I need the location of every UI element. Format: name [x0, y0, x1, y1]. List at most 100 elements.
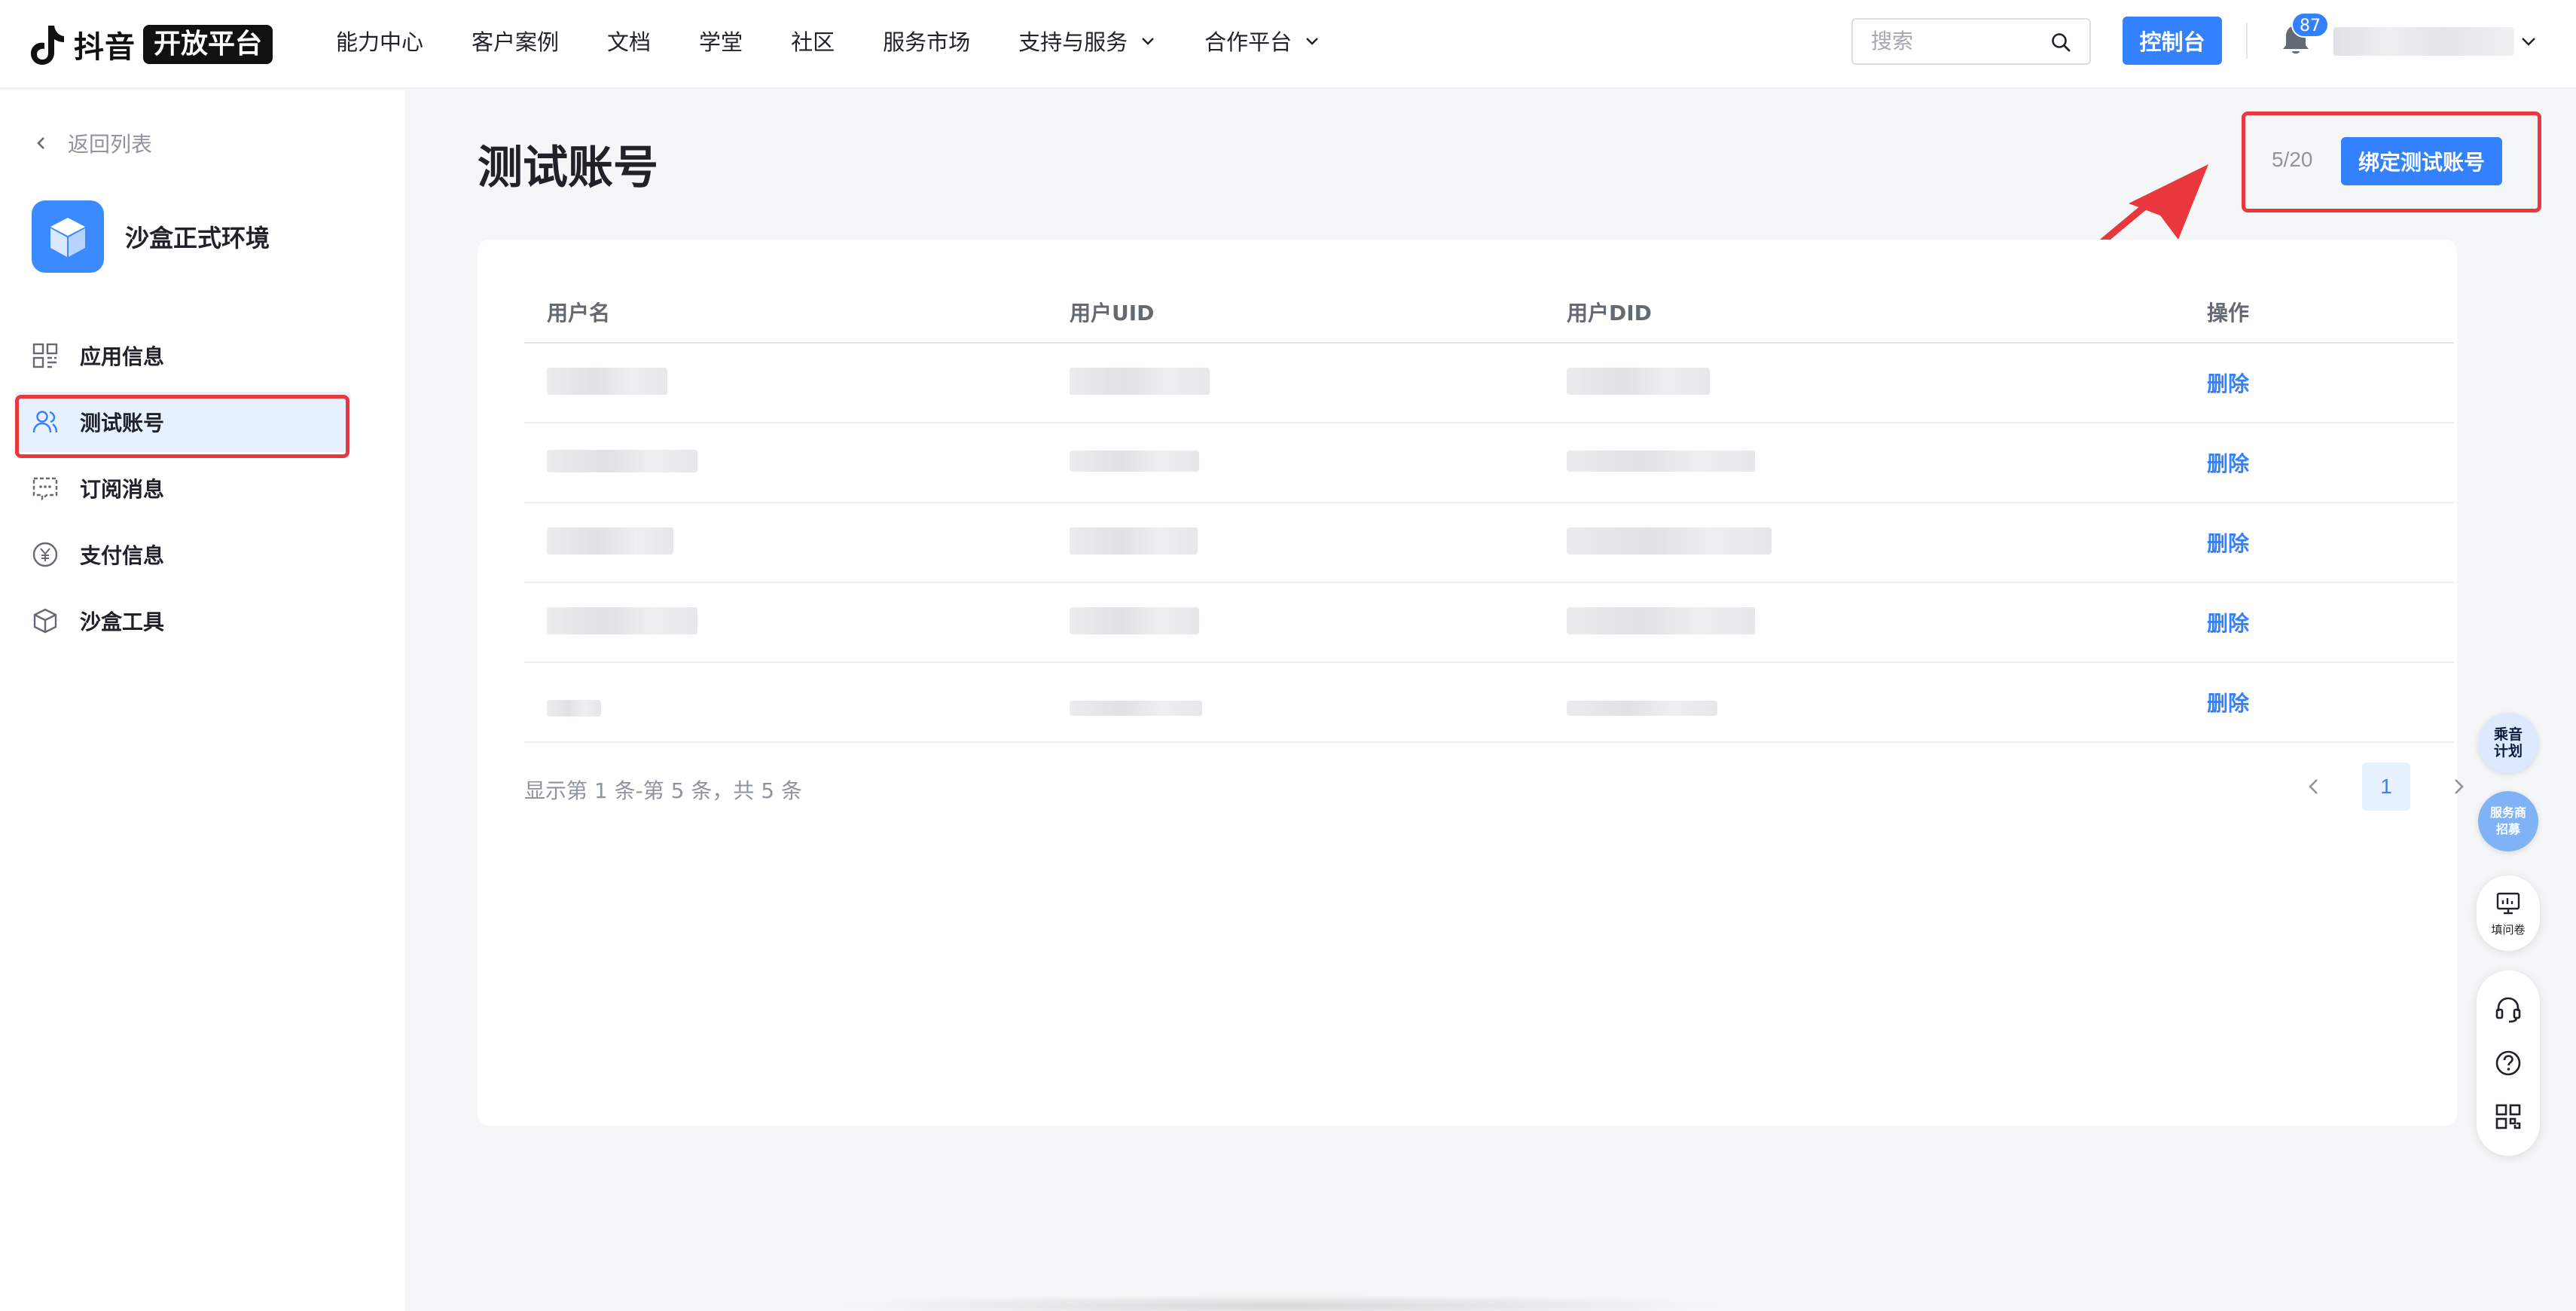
sidebar-menu: 应用信息 测试账号 订阅消息 支付信息 沙盒工具 [15, 325, 351, 657]
grid-icon [32, 343, 58, 368]
delete-link[interactable]: 删除 [2207, 611, 2249, 636]
prev-page-button[interactable] [2290, 762, 2338, 811]
chevron-down-icon[interactable] [2519, 32, 2538, 51]
delete-link[interactable]: 删除 [2207, 531, 2249, 556]
chevron-down-icon [1142, 38, 1154, 45]
sidebar-item-subscription-messages[interactable]: 订阅消息 [15, 458, 351, 518]
cube-icon [32, 200, 104, 273]
user-account-redacted[interactable] [2333, 27, 2514, 56]
app-name: 沙盒正式环境 [125, 224, 270, 252]
headset-icon[interactable] [2493, 995, 2523, 1025]
table-row: 删除 [524, 423, 2454, 503]
main-nav: 能力中心 客户案例 文档 学堂 社区 服务市场 支持与服务 合作平台 [336, 0, 1369, 81]
sidebar-item-app-info[interactable]: 应用信息 [15, 325, 351, 386]
redacted-username [547, 527, 673, 555]
sidebar: 返回列表 沙盒正式环境 应用信息 测试账号 订阅消息 支付信息 沙盒工具 [0, 90, 405, 1311]
nav-label: 服务市场 [883, 29, 971, 55]
chevron-left-icon [37, 137, 44, 149]
redacted-did [1567, 527, 1772, 555]
column-header-username: 用户名 [547, 301, 611, 325]
sidebar-item-sandbox-tools[interactable]: 沙盒工具 [15, 591, 351, 651]
next-page-button[interactable] [2434, 762, 2483, 811]
nav-item-academy[interactable]: 学堂 [699, 25, 743, 57]
yen-icon [32, 542, 58, 567]
test-accounts-card: 用户名 用户UID 用户DID 操作 删除 删除 删除 删除 删除 显示第 1 … [478, 240, 2464, 1126]
column-header-actions: 操作 [2207, 301, 2250, 325]
help-toolbar [2477, 970, 2540, 1156]
recruit-badge-label: 服务商招募 [2489, 805, 2526, 836]
sidebar-item-label: 测试账号 [80, 411, 165, 435]
redacted-did [1567, 368, 1710, 395]
nav-label: 合作平台 [1204, 29, 1293, 55]
pagination: 1 [2290, 762, 2483, 811]
redacted-uid [1070, 527, 1198, 555]
nav-item-customer-cases[interactable]: 客户案例 [472, 25, 559, 57]
redacted-did [1567, 701, 1717, 716]
sidebar-item-label: 订阅消息 [80, 477, 165, 502]
chevron-down-icon [1306, 38, 1318, 45]
table-row: 删除 [524, 663, 2454, 743]
help-circle-icon[interactable] [2493, 1048, 2523, 1078]
message-icon [32, 477, 58, 501]
delete-link[interactable]: 删除 [2207, 691, 2249, 716]
delete-link[interactable]: 删除 [2207, 371, 2249, 396]
back-label: 返回列表 [68, 132, 153, 157]
column-header-did: 用户DID [1567, 301, 1652, 325]
qr-code-icon[interactable] [2493, 1102, 2523, 1132]
column-header-uid: 用户UID [1070, 301, 1155, 325]
redacted-uid [1070, 451, 1199, 472]
nav-item-support[interactable]: 支持与服务 [1018, 25, 1156, 57]
search-icon[interactable] [2050, 32, 2071, 53]
users-icon [32, 411, 58, 433]
console-button[interactable]: 控制台 [2123, 17, 2222, 65]
brand-badge: 开放平台 [143, 25, 273, 64]
page-number-current[interactable]: 1 [2362, 762, 2410, 811]
redacted-uid [1070, 701, 1202, 716]
chevron-right-icon [2455, 779, 2464, 794]
monitor-icon [2496, 892, 2520, 914]
redacted-username [547, 607, 697, 634]
redacted-uid [1070, 368, 1210, 395]
nav-item-community[interactable]: 社区 [791, 25, 835, 57]
nav-label: 社区 [791, 29, 835, 55]
search-input[interactable] [1853, 20, 2034, 63]
redacted-username [547, 450, 697, 472]
accounts-table: 用户名 用户UID 用户DID 操作 删除 删除 删除 删除 删除 [524, 282, 2454, 743]
redacted-did [1567, 607, 1755, 634]
plan-badge-button[interactable]: 乘音计划 [2478, 713, 2538, 773]
chevron-left-icon [2309, 779, 2318, 794]
redacted-username [547, 368, 667, 395]
bottom-edge-shadow [829, 1294, 1732, 1311]
brand-name: 抖音 [74, 30, 136, 65]
bind-test-account-button[interactable]: 绑定测试账号 [2341, 137, 2502, 185]
table-row: 删除 [524, 583, 2454, 663]
sidebar-item-payment-info[interactable]: 支付信息 [15, 524, 351, 585]
douyin-logo[interactable]: 抖音 开放平台 [29, 17, 273, 72]
survey-label: 填问卷 [2491, 922, 2526, 937]
nav-item-partner-platform[interactable]: 合作平台 [1204, 25, 1320, 57]
survey-button[interactable]: 填问卷 [2477, 876, 2540, 951]
redacted-did [1567, 451, 1755, 472]
nav-item-capability-center[interactable]: 能力中心 [336, 25, 423, 57]
sidebar-item-label: 沙盒工具 [80, 610, 165, 634]
app-header: 沙盒正式环境 [32, 200, 270, 273]
douyin-note-icon [29, 23, 66, 66]
nav-label: 能力中心 [336, 29, 424, 55]
sidebar-item-test-accounts[interactable]: 测试账号 [15, 392, 351, 452]
sidebar-item-label: 应用信息 [80, 344, 165, 369]
pagination-summary: 显示第 1 条-第 5 条，共 5 条 [524, 778, 802, 803]
top-navigation: 抖音 开放平台 能力中心 客户案例 文档 学堂 社区 服务市场 支持与服务 合作… [0, 0, 2576, 89]
back-to-list-link[interactable]: 返回列表 [33, 128, 152, 158]
redacted-username [547, 700, 601, 717]
redacted-uid [1070, 607, 1199, 634]
nav-label: 文档 [607, 29, 652, 55]
nav-label: 学堂 [699, 29, 743, 55]
delete-link[interactable]: 删除 [2207, 451, 2249, 476]
account-quota: 5/20 [2272, 148, 2313, 171]
nav-item-docs[interactable]: 文档 [607, 25, 651, 57]
table-row: 删除 [524, 503, 2454, 583]
nav-item-service-market[interactable]: 服务市场 [883, 25, 970, 57]
divider [2246, 23, 2248, 59]
recruit-badge-button[interactable]: 服务商招募 [2478, 791, 2538, 851]
nav-label: 客户案例 [472, 29, 560, 55]
